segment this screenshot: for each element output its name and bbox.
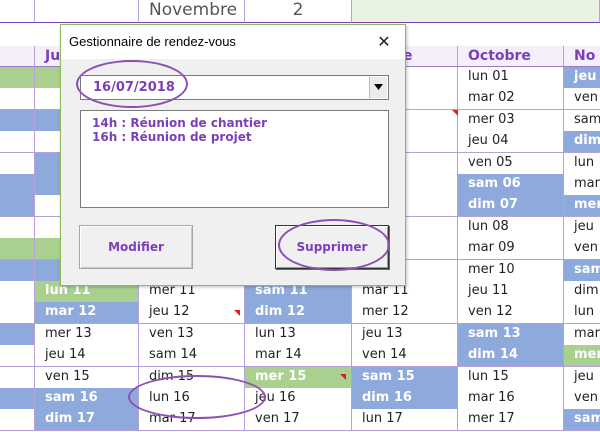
table-cell[interactable]: mer [564, 345, 600, 367]
table-cell[interactable]: lun 15 [458, 367, 564, 389]
table-cell[interactable]: mar 16 [458, 388, 564, 410]
list-item[interactable]: 16h : Réunion de projet [81, 130, 388, 144]
dropdown-button[interactable] [369, 77, 387, 98]
table-cell[interactable] [0, 260, 35, 282]
table-cell[interactable]: sam 14 [139, 345, 245, 367]
table-cell[interactable]: jeu 13 [352, 324, 458, 346]
comment-indicator-icon [452, 110, 458, 116]
table-cell[interactable]: jeu 04 [458, 131, 564, 153]
table-cell[interactable]: mar [564, 324, 600, 346]
table-cell[interactable]: mer 17 [458, 409, 564, 431]
table-cell[interactable] [0, 153, 35, 175]
date-combobox[interactable]: 16/07/2018 [80, 75, 389, 100]
table-cell[interactable]: sam 16 [35, 388, 139, 410]
table-cell[interactable]: ven 13 [139, 324, 245, 346]
table-cell[interactable]: mer [564, 195, 600, 217]
table-cell[interactable]: dim 07 [458, 195, 564, 217]
table-cell[interactable] [0, 217, 35, 239]
top-cell-blank[interactable] [352, 0, 600, 23]
table-cell[interactable] [0, 195, 35, 217]
table-cell[interactable]: ven 17 [245, 409, 352, 431]
table-cell[interactable]: sam [564, 260, 600, 282]
table-cell[interactable] [0, 174, 35, 196]
table-cell[interactable]: sam 15 [352, 367, 458, 389]
table-cell[interactable]: mar 14 [245, 345, 352, 367]
table-cell[interactable]: jeu [564, 367, 600, 389]
table-cell[interactable]: ven 05 [458, 153, 564, 175]
delete-button[interactable]: Supprimer [275, 225, 389, 269]
table-cell[interactable]: sam [564, 110, 600, 132]
table-cell[interactable] [0, 281, 35, 303]
table-cell[interactable]: mar 12 [35, 302, 139, 324]
table-cell[interactable] [0, 388, 35, 410]
table-cell[interactable] [0, 88, 35, 110]
comment-indicator-icon [340, 374, 346, 380]
table-cell[interactable]: lun 01 [458, 67, 564, 89]
top-cell-blank[interactable] [0, 0, 35, 23]
table-cell[interactable]: mer 03 [458, 110, 564, 132]
table-cell[interactable]: mer 13 [35, 324, 139, 346]
table-cell[interactable]: ven 14 [352, 345, 458, 367]
appointment-manager-dialog: Gestionnaire de rendez-vous ✕ 16/07/2018… [60, 24, 406, 286]
table-cell[interactable]: jeu 11 [458, 281, 564, 303]
table-cell[interactable]: lun [564, 153, 600, 175]
table-cell[interactable]: lun 17 [352, 409, 458, 431]
table-cell[interactable] [0, 324, 35, 346]
top-cell-value[interactable]: 2 [245, 0, 352, 23]
table-cell[interactable]: lun 08 [458, 217, 564, 239]
table-cell[interactable]: dim 12 [245, 302, 352, 324]
table-cell[interactable]: mar 02 [458, 88, 564, 110]
table-cell[interactable] [0, 367, 35, 389]
table-cell[interactable]: sam 13 [458, 324, 564, 346]
top-cell-month[interactable]: Novembre [139, 0, 245, 23]
table-cell[interactable]: mer 15 [245, 367, 352, 389]
dialog-titlebar: Gestionnaire de rendez-vous ✕ [61, 25, 405, 59]
table-cell[interactable]: dim 15 [139, 367, 245, 389]
table-cell[interactable]: mer 10 [458, 260, 564, 282]
table-cell[interactable]: ven 12 [458, 302, 564, 324]
table-cell[interactable]: mar 17 [139, 409, 245, 431]
table-cell[interactable]: jeu [564, 67, 600, 89]
table-cell[interactable]: ven [564, 88, 600, 110]
table-cell[interactable]: sam 06 [458, 174, 564, 196]
table-cell[interactable]: dim [564, 281, 600, 303]
table-cell[interactable]: jeu [564, 217, 600, 239]
table-cell[interactable]: mer 12 [352, 302, 458, 324]
table-cell[interactable] [0, 238, 35, 260]
table-cell[interactable]: mar [564, 174, 600, 196]
dialog-title: Gestionnaire de rendez-vous [69, 34, 236, 49]
column-header[interactable]: Octobre [458, 46, 564, 67]
close-icon[interactable]: ✕ [367, 29, 401, 55]
list-item[interactable]: 14h : Réunion de chantier [81, 116, 388, 130]
appointments-listbox[interactable]: 14h : Réunion de chantier 16h : Réunion … [80, 110, 389, 208]
table-cell[interactable]: ven [564, 238, 600, 260]
table-cell[interactable] [0, 67, 35, 89]
modify-button[interactable]: Modifier [79, 225, 193, 269]
column-header[interactable] [0, 46, 35, 67]
table-cell[interactable]: sam [564, 409, 600, 431]
table-cell[interactable] [0, 345, 35, 367]
table-cell[interactable]: jeu 14 [35, 345, 139, 367]
table-cell[interactable]: ven [564, 388, 600, 410]
table-cell[interactable]: jeu 16 [245, 388, 352, 410]
chevron-down-icon [374, 84, 383, 90]
table-cell[interactable] [0, 110, 35, 132]
table-cell[interactable] [0, 302, 35, 324]
table-cell[interactable]: dim 17 [35, 409, 139, 431]
table-cell[interactable]: jeu 12 [139, 302, 245, 324]
table-cell[interactable] [0, 409, 35, 431]
column-header[interactable]: No [564, 46, 600, 67]
table-cell[interactable]: lun [564, 302, 600, 324]
table-cell[interactable]: dim 14 [458, 345, 564, 367]
table-cell[interactable]: lun 16 [139, 388, 245, 410]
table-cell[interactable]: dim 16 [352, 388, 458, 410]
table-cell[interactable]: dim [564, 131, 600, 153]
top-cell-blank[interactable] [35, 0, 139, 23]
table-cell[interactable]: mar 09 [458, 238, 564, 260]
table-cell[interactable]: ven 15 [35, 367, 139, 389]
date-combobox-value: 16/07/2018 [93, 80, 175, 95]
table-cell[interactable] [0, 131, 35, 153]
table-cell[interactable]: lun 13 [245, 324, 352, 346]
comment-indicator-icon [234, 310, 240, 316]
